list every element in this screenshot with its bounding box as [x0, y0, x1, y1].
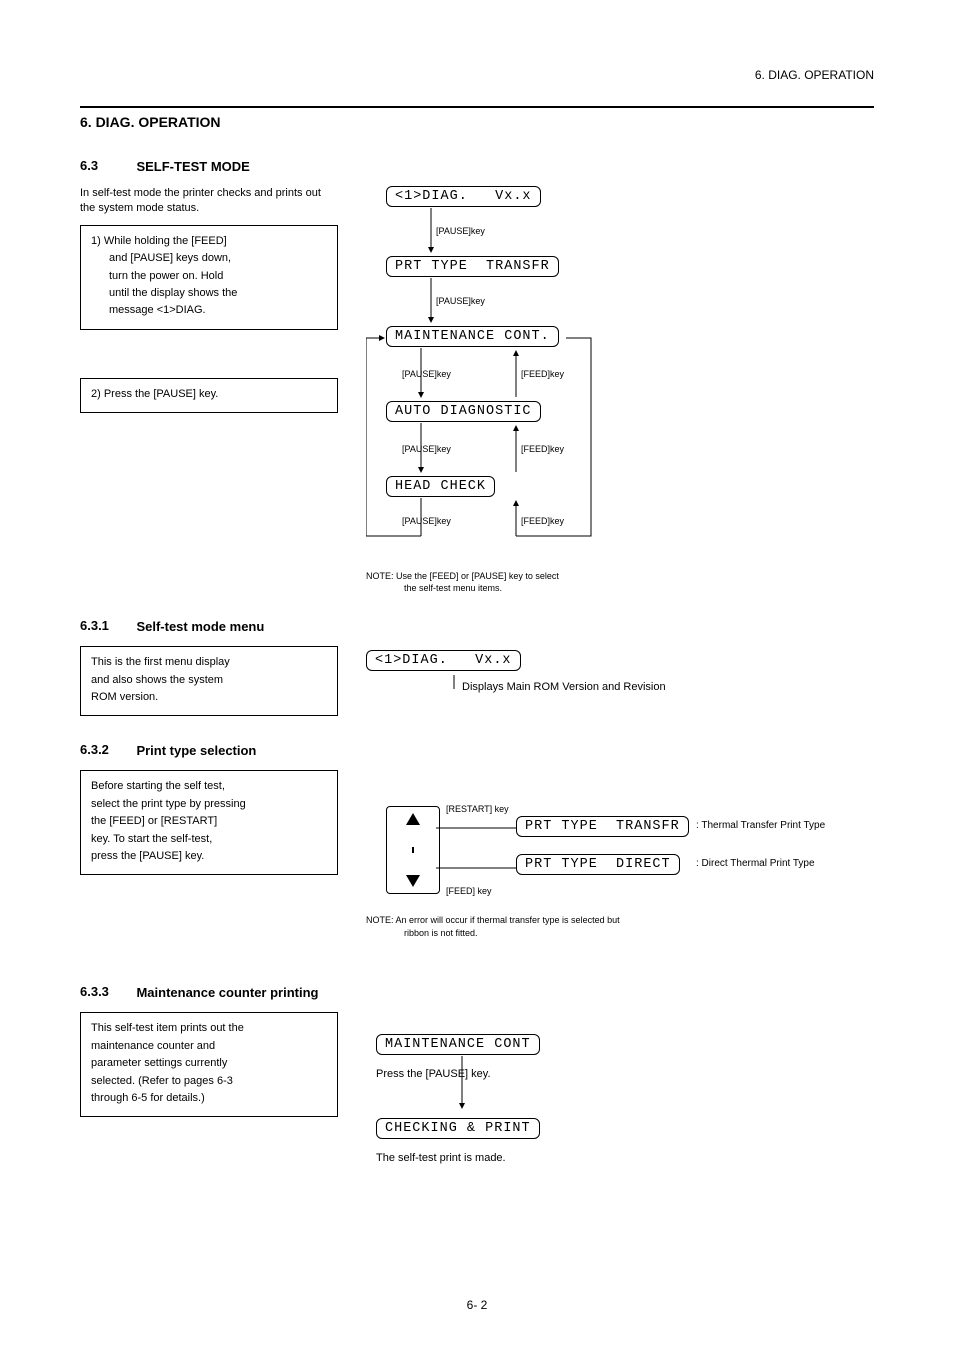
restart-key-label: [RESTART] key [446, 804, 509, 814]
up-connector-icon [444, 675, 464, 689]
key-divider-icon [412, 847, 414, 853]
arrow-key-box [386, 806, 440, 894]
section-6-3-2-title: Print type selection [136, 743, 256, 758]
triangle-up-icon [406, 813, 420, 825]
maint-caption: Press the [PAUSE] key. [376, 1068, 491, 1080]
instruction-box-2: 2) Press the [PAUSE] key. [80, 378, 338, 413]
intro-text: In self-test mode the printer checks and… [80, 186, 338, 217]
flowchart: <1>DIAG. Vx.x PRT TYPE TRANSFR MAINTENAN… [366, 186, 874, 566]
section-number: 6.3 [80, 158, 132, 173]
checking-caption: The self-test print is made. [376, 1152, 506, 1164]
header-rule [80, 106, 874, 108]
header-right: 6. DIAG. OPERATION [80, 68, 874, 82]
transfr-caption: : Thermal Transfer Print Type [696, 820, 825, 831]
option-lines-icon [436, 822, 516, 878]
instruction-box-1: 1) While holding the [FEED] and [PAUSE] … [80, 225, 338, 330]
section-6-3-1-number: 6.3.1 [80, 618, 132, 633]
instruction-box-6-3-2: Before starting the self test, select th… [80, 770, 338, 875]
lcd-maint-cont: MAINTENANCE CONT [376, 1034, 540, 1055]
lcd-direct: PRT TYPE DIRECT [516, 854, 680, 875]
section-6-3-3-number: 6.3.3 [80, 984, 132, 999]
section-6-3-2-number: 6.3.2 [80, 742, 132, 757]
diag-caption: Displays Main ROM Version and Revision [462, 681, 666, 693]
lcd-transfr: PRT TYPE TRANSFR [516, 816, 689, 837]
lcd-checking-print: CHECKING & PRINT [376, 1118, 540, 1139]
page-title: 6. DIAG. OPERATION [80, 114, 874, 130]
flow-arrows [366, 186, 626, 556]
direct-caption: : Direct Thermal Print Type [696, 858, 815, 869]
instruction-box-6-3-1: This is the first menu display and also … [80, 646, 338, 716]
down-arrow-icon [456, 1056, 468, 1114]
instruction-box-6-3-3: This self-test item prints out the maint… [80, 1012, 338, 1117]
section-6-3-1-title: Self-test mode menu [136, 619, 264, 634]
lcd-diag: <1>DIAG. Vx.x [366, 650, 521, 671]
page-footer: 6- 2 [0, 1298, 954, 1312]
feed-key-label: [FEED] key [446, 886, 492, 896]
section-6-3-3-title: Maintenance counter printing [136, 985, 318, 1000]
section2-note-l2: ribbon is not fitted. [366, 928, 478, 938]
triangle-down-icon [406, 875, 420, 887]
section2-note-l1: NOTE: An error will occur if thermal tra… [366, 915, 620, 925]
flow-note: NOTE: Use the [FEED] or [PAUSE] key to s… [366, 570, 874, 594]
section-title: SELF-TEST MODE [136, 159, 249, 174]
